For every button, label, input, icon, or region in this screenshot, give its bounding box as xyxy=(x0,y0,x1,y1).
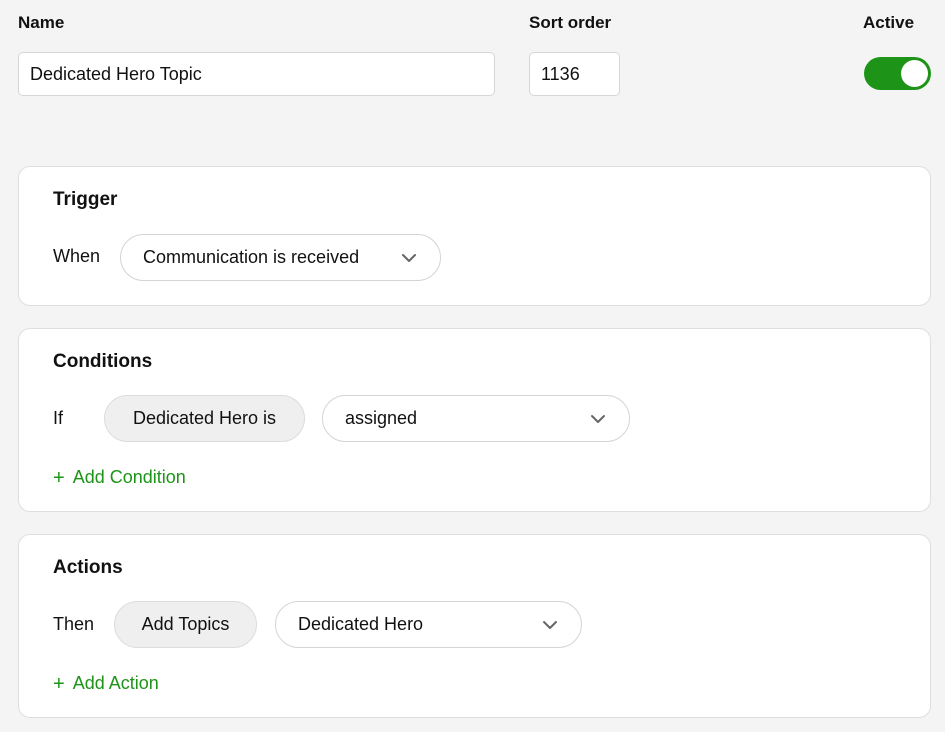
conditions-card: Conditions If Dedicated Hero is assigned… xyxy=(18,328,931,512)
action-type-chip: Add Topics xyxy=(114,601,257,648)
action-value: Dedicated Hero xyxy=(298,614,424,634)
chevron-down-icon xyxy=(543,620,557,629)
name-label: Name xyxy=(18,13,65,32)
plus-icon: + xyxy=(53,672,65,695)
sort-order-input[interactable]: 1136 xyxy=(529,52,620,96)
trigger-event-select[interactable]: Communication is received xyxy=(120,234,441,281)
sort-order-label: Sort order xyxy=(529,13,612,32)
actions-title: Actions xyxy=(53,557,123,578)
add-action-link[interactable]: + Add Action xyxy=(53,673,159,694)
if-label: If xyxy=(53,408,64,428)
toggle-knob xyxy=(901,60,928,87)
conditions-title: Conditions xyxy=(53,351,153,372)
trigger-title: Trigger xyxy=(53,189,118,210)
active-toggle[interactable] xyxy=(864,57,931,90)
name-input[interactable]: Dedicated Hero Topic xyxy=(18,52,495,96)
condition-value: assigned xyxy=(345,408,418,428)
active-label: Active xyxy=(863,13,915,32)
chevron-down-icon xyxy=(591,414,605,423)
when-label: When xyxy=(53,246,101,266)
plus-icon: + xyxy=(53,466,65,489)
add-condition-label: Add Condition xyxy=(72,467,186,487)
trigger-event-value: Communication is received xyxy=(143,247,360,267)
add-condition-link[interactable]: + Add Condition xyxy=(53,467,186,488)
condition-field-chip: Dedicated Hero is xyxy=(104,395,305,442)
trigger-card: Trigger When Communication is received xyxy=(18,166,931,306)
chevron-down-icon xyxy=(402,253,416,262)
then-label: Then xyxy=(53,614,95,634)
action-value-select[interactable]: Dedicated Hero xyxy=(275,601,582,648)
add-action-label: Add Action xyxy=(72,673,159,693)
actions-card: Actions Then Add Topics Dedicated Hero +… xyxy=(18,534,931,718)
condition-value-select[interactable]: assigned xyxy=(322,395,630,442)
